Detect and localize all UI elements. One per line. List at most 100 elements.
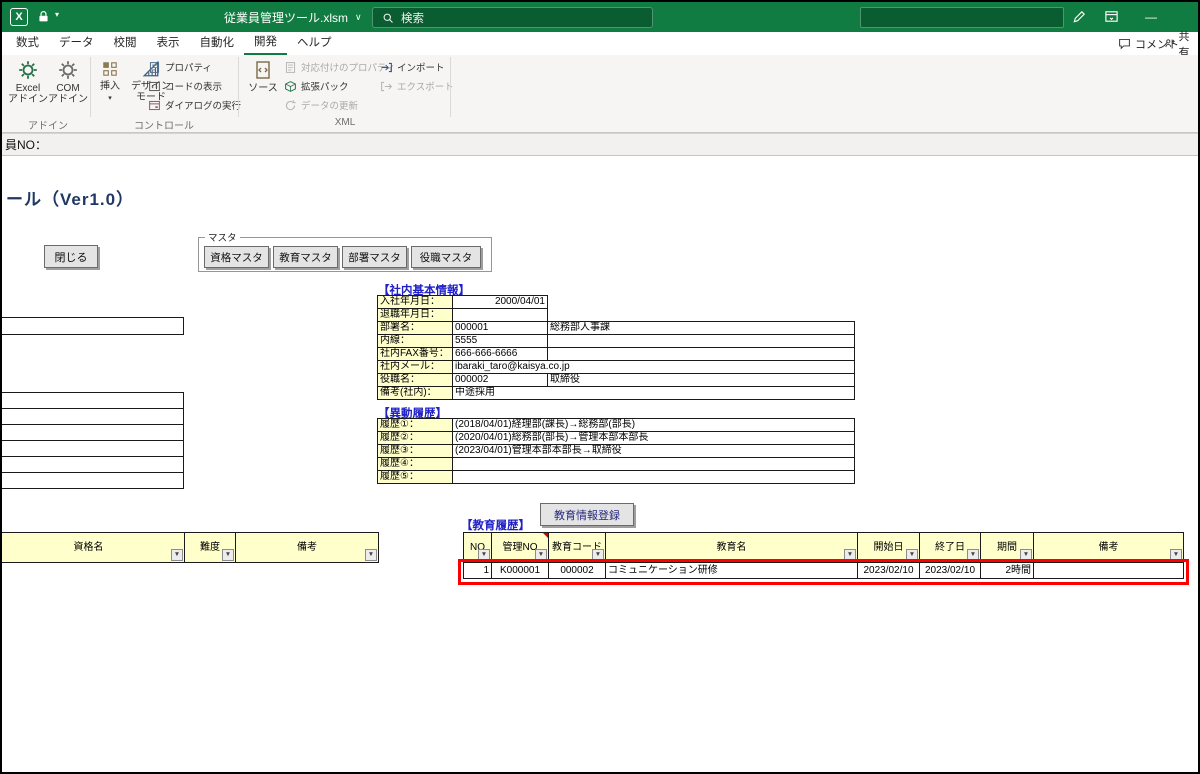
cell-history-4[interactable]	[452, 457, 855, 471]
export-icon	[380, 80, 393, 93]
minimize-button[interactable]: —	[1134, 2, 1168, 32]
column-header-end: 終了日 ▼	[919, 532, 981, 563]
filter-arrow-icon: ▼	[1172, 550, 1180, 558]
draw-pen-icon[interactable]	[1072, 9, 1087, 24]
education-master-button[interactable]: 教育マスタ	[273, 246, 338, 268]
map-properties-button[interactable]: 対応付けのプロパティ	[284, 59, 395, 75]
table-row: 退職年月日：	[377, 308, 855, 322]
cell[interactable]	[547, 347, 855, 361]
export-button[interactable]: エクスポート	[380, 78, 454, 94]
left-cut-table	[2, 392, 184, 489]
workbook-title[interactable]: 従業員管理ツール.xlsm ∨	[224, 2, 362, 32]
excel-addins-button[interactable]: Excel アドイン	[8, 57, 48, 105]
account-box[interactable]	[860, 7, 1064, 28]
row-label: 履歴④：	[377, 457, 453, 471]
filter-arrow-icon: ▼	[908, 550, 916, 558]
left-cell[interactable]	[2, 409, 183, 425]
ribbon-display-options-icon[interactable]	[1104, 9, 1119, 24]
column-header-start: 開始日 ▼	[857, 532, 920, 563]
column-header-note: 備考 ▼	[1033, 532, 1184, 563]
frozen-pane-strip: 員NO：	[2, 133, 1198, 156]
cell-history-1[interactable]: (2018/04/01)経理部(課長)→総務部(部長)	[452, 418, 855, 432]
tab-data[interactable]: データ	[49, 32, 104, 55]
position-master-button[interactable]: 役職マスタ	[411, 246, 481, 268]
xml-source-button[interactable]: ソース	[245, 57, 281, 94]
left-cell[interactable]	[2, 393, 183, 409]
cell-position-name[interactable]: 取締役	[547, 373, 855, 387]
import-button[interactable]: インポート	[380, 59, 445, 75]
excel-app-icon[interactable]: X	[10, 8, 28, 26]
tab-review[interactable]: 校閲	[104, 32, 147, 55]
cell-note[interactable]: 中途採用	[452, 386, 855, 400]
left-cell[interactable]	[2, 473, 183, 489]
chevron-down-icon: ▾	[108, 95, 112, 102]
cell-department-code[interactable]: 000001	[452, 321, 548, 335]
expansion-packs-button[interactable]: 拡張パック	[284, 78, 349, 94]
properties-button[interactable]: プロパティ	[148, 59, 212, 75]
tab-developer[interactable]: 開発	[244, 32, 287, 55]
insert-control-button[interactable]: 挿入 ▾	[94, 57, 126, 104]
filter-arrow-icon: ▼	[846, 550, 854, 558]
view-code-button[interactable]: コードの表示	[148, 78, 222, 94]
group-label-xml: XML	[334, 117, 356, 128]
left-cell[interactable]	[2, 425, 183, 441]
group-separator	[450, 57, 451, 117]
row-label: 社内FAX番号：	[377, 347, 453, 361]
cell-history-5[interactable]	[452, 470, 855, 484]
education-history-heading: 【教育履歴】	[461, 520, 530, 532]
filter-arrow-icon: ▼	[480, 550, 488, 558]
selection-highlight	[458, 559, 1189, 585]
excel-window: X ▾ 従業員管理ツール.xlsm ∨ 検索 — 数式 データ 校閲 表示 自動…	[0, 0, 1200, 774]
department-master-button[interactable]: 部署マスタ	[342, 246, 407, 268]
filter-arrow-icon: ▼	[224, 550, 232, 558]
com-addins-button[interactable]: COM アドイン	[48, 57, 88, 105]
cell-history-2[interactable]: (2020/04/01)総務部(部長)→管理本部本部長	[452, 431, 855, 445]
refresh-data-button[interactable]: データの更新	[284, 97, 358, 113]
comment-marker-icon	[543, 533, 548, 538]
cell-history-3[interactable]: (2023/04/01)管理本部本部長→取締役	[452, 444, 855, 458]
close-button[interactable]: 閉じる	[44, 245, 98, 268]
search-box[interactable]: 検索	[372, 7, 653, 28]
table-row: 社内メール： ibaraki_taro@kaisya.co.jp	[377, 360, 855, 374]
left-cut-cell[interactable]	[2, 317, 184, 335]
group-label-addins: アドイン	[28, 121, 68, 132]
toolbox-icon	[101, 60, 119, 78]
cell-position-code[interactable]: 000002	[452, 373, 548, 387]
column-header-period: 期間 ▼	[980, 532, 1034, 563]
run-dialog-button[interactable]: ダイアログの実行	[148, 97, 241, 113]
ribbon-tabs: 数式 データ 校閲 表示 自動化 開発 ヘルプ	[6, 32, 342, 55]
master-group-box: マスタ 資格マスタ 教育マスタ 部署マスタ 役職マスタ	[198, 230, 492, 272]
filter-button[interactable]: ▼	[365, 549, 377, 561]
cell-extension[interactable]: 5555	[452, 334, 548, 348]
cell-fax[interactable]: 666-666-6666	[452, 347, 548, 361]
chevron-down-icon[interactable]: ▾	[55, 10, 59, 19]
xml-source-icon	[253, 60, 273, 80]
ribbon-developer: Excel アドイン COM アドイン アドイン 挿入 ▾ デザイン モード プロパティ…	[2, 55, 1198, 133]
left-cell[interactable]	[2, 457, 183, 473]
cell-join-date[interactable]: 2000/04/01	[452, 295, 548, 309]
tab-help[interactable]: ヘルプ	[287, 32, 342, 55]
tab-automate[interactable]: 自動化	[190, 32, 245, 55]
tab-formulas[interactable]: 数式	[6, 32, 49, 55]
ribbon-tab-row: 数式 データ 校閲 表示 自動化 開発 ヘルプ コメント 共有	[2, 31, 1198, 59]
register-education-button[interactable]: 教育情報登録	[540, 503, 634, 526]
row-label: 入社年月日：	[377, 295, 453, 309]
qualification-master-button[interactable]: 資格マスタ	[204, 246, 269, 268]
table-row: 履歴②： (2020/04/01)総務部(部長)→管理本部本部長	[377, 431, 855, 445]
filter-button[interactable]: ▼	[222, 549, 234, 561]
cell-leave-date[interactable]	[452, 308, 548, 322]
cell-email[interactable]: ibaraki_taro@kaisya.co.jp	[452, 360, 855, 374]
gear-icon	[58, 60, 78, 80]
tab-view[interactable]: 表示	[147, 32, 190, 55]
cell[interactable]	[547, 334, 855, 348]
column-header-kanri-no: 管理NO ▼	[491, 532, 549, 563]
column-header-note: 備考 ▼	[235, 532, 379, 563]
header-row: 資格名 ▼ 難度 ▼ 備考 ▼	[2, 532, 379, 563]
left-cell[interactable]	[2, 441, 183, 457]
cell-department-name[interactable]: 総務部人事課	[547, 321, 855, 335]
share-button[interactable]: 共有	[1164, 31, 1198, 59]
group-separator	[90, 57, 91, 117]
table-row: 部署名： 000001 総務部人事課	[377, 321, 855, 335]
row-label: 履歴③：	[377, 444, 453, 458]
filter-button[interactable]: ▼	[171, 549, 183, 561]
